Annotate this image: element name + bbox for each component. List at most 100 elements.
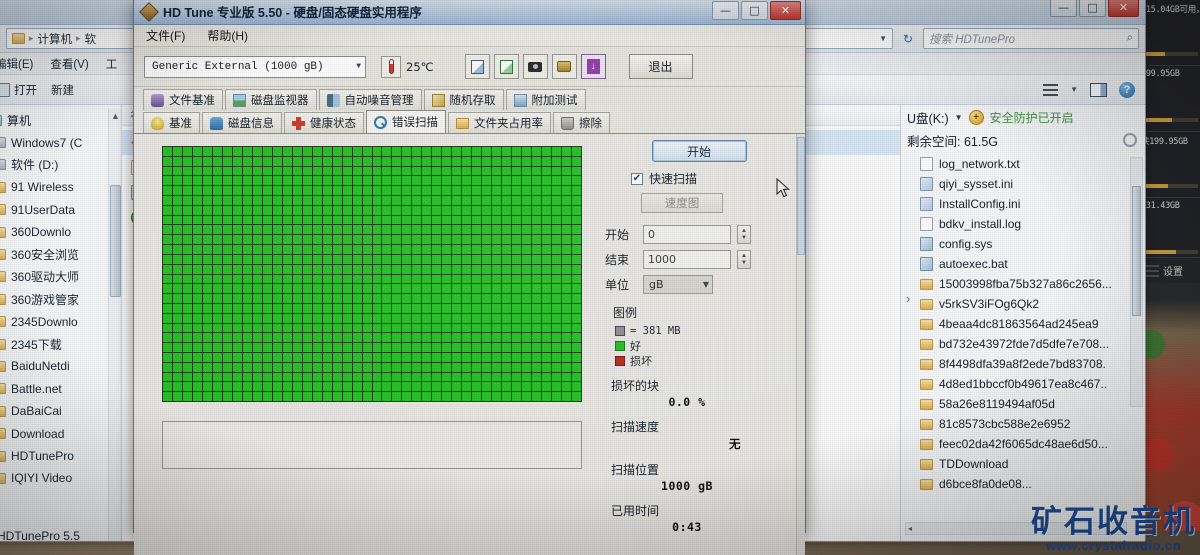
hdtune-titlebar[interactable]: HD Tune 专业版 5.50 - 硬盘/固态硬盘实用程序 — □ ✕ [134,0,805,25]
search-input[interactable]: 搜索 HDTunePro ⌕ [923,28,1139,49]
screenshot-button[interactable] [522,54,548,79]
sidebar-item-360game[interactable]: 360游戏管家 [0,288,121,310]
copy-button[interactable] [464,54,490,79]
explorer-minimize-button[interactable]: — [1050,0,1077,17]
sidebar-item-360browser[interactable]: 360安全浏览 [0,243,121,265]
tab-benchmark[interactable]: 基准 [143,112,200,133]
back-dropdown-icon[interactable]: ▼ [0,34,1,43]
gadget-row[interactable]: 199.95GB [1139,66,1200,132]
start-input[interactable]: 0 [643,225,731,244]
end-input[interactable]: 1000 [643,250,731,269]
list-item[interactable]: qiyi_sysset.ini [901,174,1145,194]
scan-block-grid[interactable] [162,146,582,402]
menu-file[interactable]: 文件(F) [146,27,185,44]
quick-scan-checkbox[interactable]: ✔ [631,172,643,185]
list-item[interactable]: v5rkSV3iFOg6Qk2 [901,294,1145,314]
gadget-row[interactable]: 231.43GB [1139,198,1200,264]
drive-select[interactable]: Generic External (1000 gB) ▼ [144,55,366,78]
tab-health[interactable]: 健康状态 [284,112,364,133]
sidebar-item-hdtunepro[interactable]: HDTunePro [0,445,121,467]
hdtune-minimize-button[interactable]: — [712,1,739,20]
chevron-down-icon[interactable]: ▼ [955,113,963,122]
menu-view[interactable]: 查看(V) [50,56,88,72]
sidebar-item-baidunetdisk[interactable]: BaiduNetdi [0,355,121,377]
copy-green-button[interactable] [493,54,519,79]
list-item[interactable]: d6bce8fa0de08... [901,474,1145,494]
tab-error-scan[interactable]: 错误扫描 [366,110,446,133]
sidebar-item-91wireless[interactable]: 91 Wireless [0,176,121,198]
list-item[interactable]: autoexec.bat [901,254,1145,274]
list-item[interactable]: InstallConfig.ini [901,194,1145,214]
hdtune-scrollbar-thumb[interactable] [797,137,805,255]
menu-help[interactable]: 帮助(H) [207,27,248,44]
refresh-icon[interactable]: ↻ [898,28,918,49]
hdtune-close-button[interactable]: ✕ [770,1,801,20]
list-item[interactable]: bd732e43972fde7d5dfe7e708... [901,334,1145,354]
scroll-left-icon[interactable]: ◂ [908,524,912,533]
tab-disk-monitor[interactable]: 磁盘监视器 [225,89,317,110]
breadcrumb-child[interactable]: 软 [84,31,96,47]
list-item[interactable]: 4d8ed1bbccf0b49617ea8c467.. [901,374,1145,394]
chevron-down-icon[interactable]: ▼ [879,34,887,43]
explorer-maximize-button[interactable]: □ [1079,0,1106,17]
menu-edit[interactable]: 编辑(E) [0,56,33,72]
preview-pane-icon[interactable] [1090,82,1107,97]
open-button[interactable]: 打开 [0,82,37,98]
sidebar-item-windows7[interactable]: Windows7 (C [0,131,121,153]
sidebar-item-iqiyi[interactable]: IQIYI Video [0,467,121,489]
exit-button[interactable]: 退出 [628,54,693,79]
sidebar-item-360driver[interactable]: 360驱动大师 [0,266,121,288]
udisk-scrollbar-thumb[interactable] [1132,186,1141,316]
list-item[interactable]: config.sys [901,234,1145,254]
chevron-down-icon[interactable]: ▼ [1070,85,1078,94]
tab-folder-usage[interactable]: 文件夹占用率 [448,112,551,133]
tab-random-access[interactable]: 随机存取 [423,89,504,110]
unit-select[interactable]: gB ▼ [643,275,713,294]
list-item[interactable]: bdkv_install.log [901,214,1145,234]
start-button[interactable]: 开始 [651,140,747,162]
sidebar-item-2345xiazai[interactable]: 2345下载 [0,333,121,355]
list-item[interactable]: 81c8573cbc588e2e6952 [901,414,1145,434]
gear-icon[interactable] [1123,133,1137,147]
sidebar-item-software-d[interactable]: 软件 (D:) [0,154,121,176]
expand-chevron-icon[interactable]: › [906,291,910,306]
view-options-icon[interactable] [1043,83,1059,96]
help-icon[interactable]: ? [1119,81,1135,98]
download-button[interactable]: ↓ [580,54,606,79]
speed-chart-button[interactable]: 速度图 [641,193,723,213]
list-item[interactable]: 4beaa4dc81863564ad245ea9 [901,314,1145,334]
nav-scrollbar[interactable]: ▲ [108,109,121,541]
menu-tools[interactable]: 工 [106,56,118,72]
scroll-up-icon[interactable]: ▲ [111,111,120,121]
sidebar-item-360download[interactable]: 360Downlo [0,221,121,243]
tab-aam[interactable]: 自动噪音管理 [318,89,422,110]
list-item[interactable]: 58a26e8119494af05d [901,394,1145,414]
start-spinner[interactable]: ▲ ▼ [737,225,751,244]
new-folder-button[interactable]: 新建 [51,82,74,98]
tab-file-benchmark[interactable]: 文件基准 [143,89,223,110]
list-item[interactable]: 15003998fba75b327a86c2656... [901,274,1145,294]
coins-button[interactable] [551,54,577,79]
disk-gadget[interactable]: 115.04GB可用，共199.95GB 199.95GB 共199.95GB … [1138,0,1200,283]
udisk-drive-label[interactable]: U盘(K:) [907,108,949,127]
list-item[interactable]: 8f4498dfa39a8f2ede7bd83708. [901,354,1145,374]
sidebar-item-computer[interactable]: 算机 [0,109,121,131]
tab-erase[interactable]: 擦除 [553,112,610,133]
quick-scan-row[interactable]: ✔ 快速扫描 [631,170,799,187]
explorer-close-button[interactable]: ✕ [1108,0,1139,17]
udisk-scrollbar[interactable] [1130,157,1143,407]
tab-extra-tests[interactable]: 附加测试 [505,89,586,110]
sidebar-item-2345download[interactable]: 2345Downlo [0,311,121,333]
hdtune-maximize-button[interactable]: □ [741,1,768,20]
nav-scrollbar-thumb[interactable] [110,185,121,297]
sidebar-item-download[interactable]: Download [0,422,121,444]
gadget-row[interactable]: 共199.95GB [1139,132,1200,198]
list-item[interactable]: TDDownload [901,454,1145,474]
end-spinner[interactable]: ▲ ▼ [737,250,751,269]
sidebar-item-91userdata[interactable]: 91UserData [0,199,121,221]
sidebar-item-dabaicai[interactable]: DaBaiCai [0,400,121,422]
tab-disk-info[interactable]: 磁盘信息 [202,112,282,133]
breadcrumb-root[interactable]: 计算机 [37,31,72,47]
list-item[interactable]: feec02da42f6065dc48ae6d50... [901,434,1145,454]
list-item[interactable]: log_network.txt [901,154,1145,174]
